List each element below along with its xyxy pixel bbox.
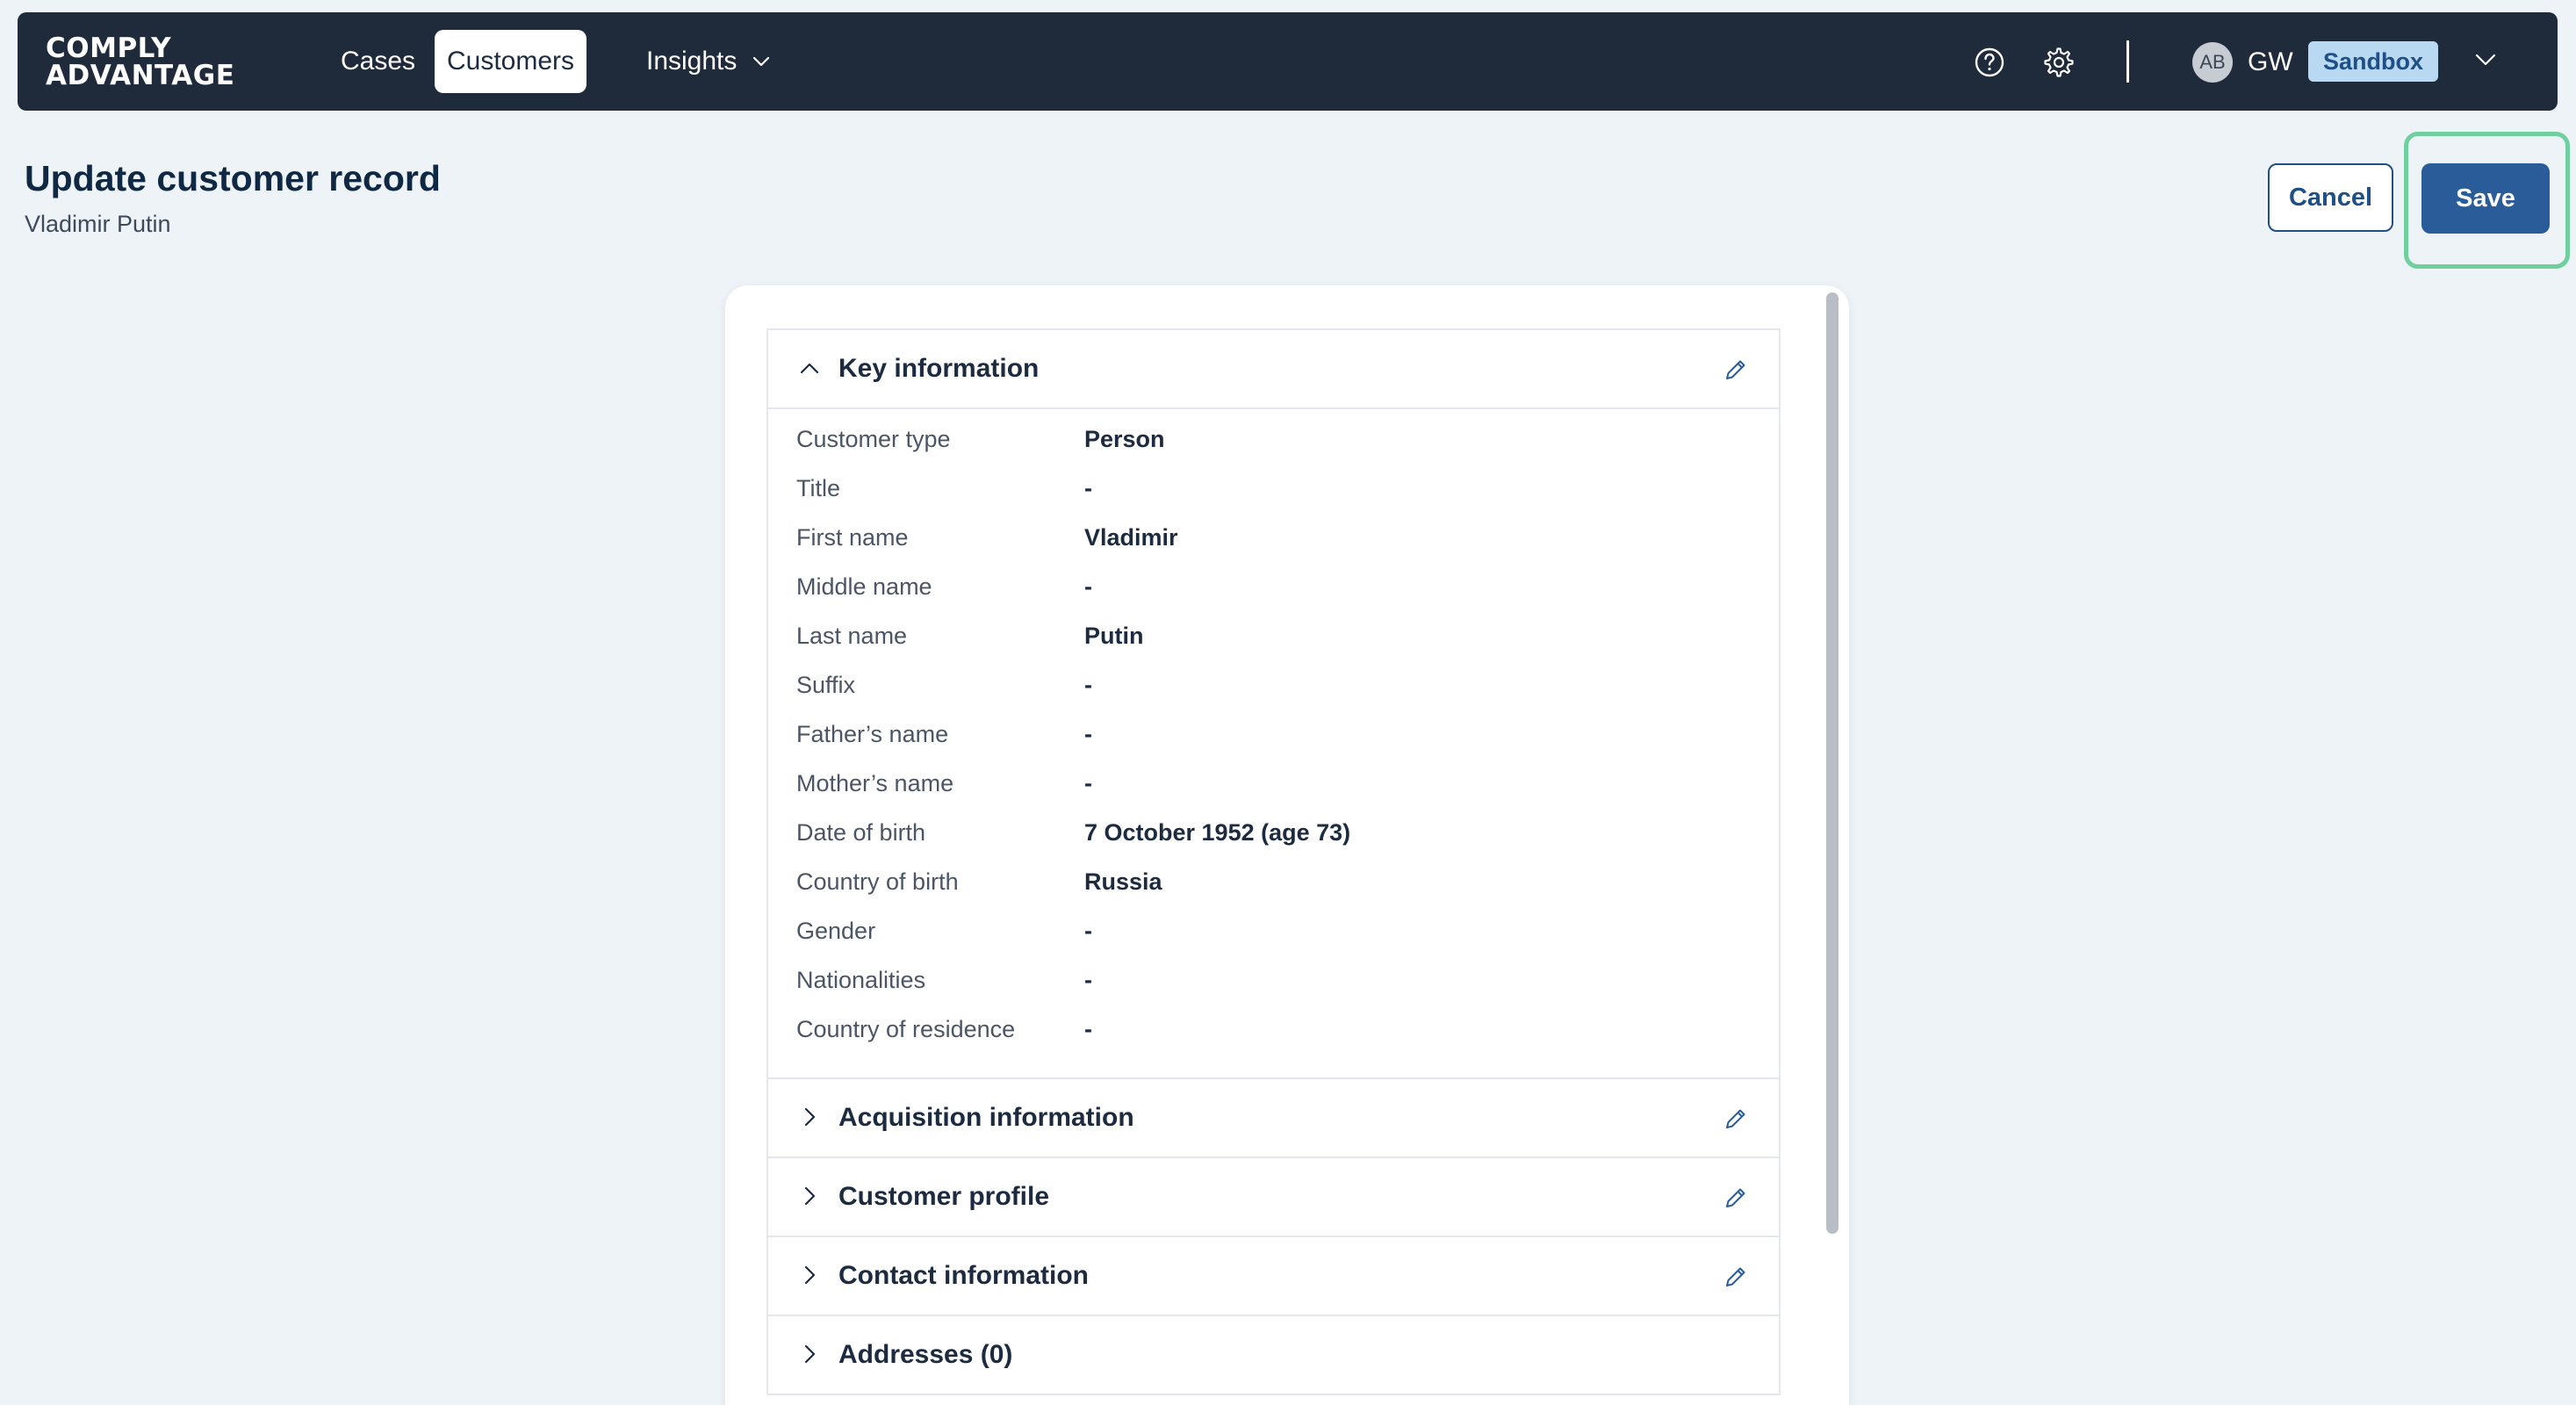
logo-line-1: COMPLY xyxy=(46,32,172,64)
nav-item-insights-label: Insights xyxy=(646,47,738,76)
field-row: First name Vladimir xyxy=(796,520,1745,555)
nav-item-insights[interactable]: Insights xyxy=(632,30,786,93)
environment-badge: Sandbox xyxy=(2308,41,2438,82)
section-title: Customer profile xyxy=(838,1182,1050,1211)
section-title: Key information xyxy=(838,354,1040,383)
user-initials[interactable]: GW xyxy=(2248,44,2293,81)
field-row: Date of birth 7 October 1952 (age 73) xyxy=(796,815,1745,850)
field-value: - xyxy=(1084,671,1092,698)
scrollbar[interactable] xyxy=(1826,292,1838,1234)
chevron-up-icon xyxy=(800,363,819,374)
field-value: - xyxy=(1084,720,1092,747)
field-row: Last name Putin xyxy=(796,618,1745,653)
help-circle-icon xyxy=(1975,47,2004,77)
field-label: Gender xyxy=(796,917,876,944)
pencil-icon[interactable] xyxy=(1723,1106,1749,1132)
field-value: - xyxy=(1084,966,1092,993)
field-row: Title - xyxy=(796,471,1745,506)
field-value: - xyxy=(1084,769,1092,796)
nav-item-cases[interactable]: Cases xyxy=(327,30,429,93)
field-label: Suffix xyxy=(796,671,856,698)
section-addresses: Addresses (0) xyxy=(766,1315,1781,1395)
field-row: Customer type Person xyxy=(796,422,1745,457)
company-logo[interactable]: COMPLY ADVANTAGE xyxy=(46,35,234,90)
settings-button[interactable] xyxy=(2042,46,2076,79)
cancel-button[interactable]: Cancel xyxy=(2268,163,2393,232)
field-value: - xyxy=(1084,573,1092,600)
field-label: Father’s name xyxy=(796,720,949,747)
field-label: Last name xyxy=(796,622,908,649)
nav-item-customers[interactable]: Customers xyxy=(435,30,586,93)
field-row: Middle name - xyxy=(796,569,1745,604)
gear-icon xyxy=(2044,47,2074,77)
field-label: Date of birth xyxy=(796,818,926,846)
section-header-acquisition-information[interactable]: Acquisition information xyxy=(768,1079,1779,1156)
section-customer-profile: Customer profile xyxy=(766,1156,1781,1237)
section-header-key-information[interactable]: Key information xyxy=(768,330,1779,407)
pencil-icon[interactable] xyxy=(1723,1264,1749,1290)
field-value: 7 October 1952 (age 73) xyxy=(1084,818,1351,846)
field-label: Customer type xyxy=(796,425,951,452)
chevron-right-icon xyxy=(804,1186,816,1206)
chevron-down-icon[interactable] xyxy=(2472,46,2500,74)
avatar[interactable]: AB xyxy=(2192,42,2233,83)
field-label: Country of birth xyxy=(796,868,959,895)
section-title: Addresses (0) xyxy=(838,1340,1013,1369)
field-label: Nationalities xyxy=(796,966,926,993)
field-value: - xyxy=(1084,474,1092,501)
section-key-information: Key information Customer type Person Tit… xyxy=(766,328,1781,1079)
pencil-icon[interactable] xyxy=(1723,1185,1749,1211)
field-value: Russia xyxy=(1084,868,1162,895)
field-row: Country of birth Russia xyxy=(796,864,1745,899)
field-row: Nationalities - xyxy=(796,962,1745,998)
field-value: Putin xyxy=(1084,622,1144,649)
field-label: Title xyxy=(796,474,841,501)
help-button[interactable] xyxy=(1973,46,2006,79)
field-row: Gender - xyxy=(796,913,1745,948)
field-value: - xyxy=(1084,917,1092,944)
field-value: Vladimir xyxy=(1084,523,1178,551)
chevron-right-icon xyxy=(804,1344,816,1364)
field-value: - xyxy=(1084,1015,1092,1042)
field-label: Country of residence xyxy=(796,1015,1016,1042)
section-header-addresses[interactable]: Addresses (0) xyxy=(768,1316,1779,1394)
field-row: Mother’s name - xyxy=(796,766,1745,801)
field-label: Middle name xyxy=(796,573,932,600)
nav-divider xyxy=(2126,40,2129,83)
pencil-icon[interactable] xyxy=(1723,357,1749,383)
field-row: Suffix - xyxy=(796,667,1745,702)
section-title: Contact information xyxy=(838,1261,1089,1290)
logo-line-2: ADVANTAGE xyxy=(46,60,235,91)
chevron-right-icon xyxy=(804,1107,816,1127)
page-subtitle: Vladimir Putin xyxy=(25,211,171,237)
chevron-right-icon xyxy=(804,1265,816,1285)
save-button[interactable]: Save xyxy=(2421,163,2550,234)
field-row: Father’s name - xyxy=(796,717,1745,752)
key-information-fields: Customer type Person Title - First name … xyxy=(768,407,1779,1042)
top-navigation-bar: COMPLY ADVANTAGE Cases Customers Insight… xyxy=(18,12,2558,111)
field-value: Person xyxy=(1084,425,1165,452)
section-acquisition-information: Acquisition information xyxy=(766,1077,1781,1158)
field-label: Mother’s name xyxy=(796,769,954,796)
field-label: First name xyxy=(796,523,909,551)
page-title: Update customer record xyxy=(25,158,441,198)
section-title: Acquisition information xyxy=(838,1103,1134,1132)
section-header-customer-profile[interactable]: Customer profile xyxy=(768,1158,1779,1236)
section-contact-information: Contact information xyxy=(766,1236,1781,1316)
section-header-contact-information[interactable]: Contact information xyxy=(768,1237,1779,1315)
field-row: Country of residence - xyxy=(796,1012,1745,1047)
chevron-down-icon xyxy=(753,56,770,67)
